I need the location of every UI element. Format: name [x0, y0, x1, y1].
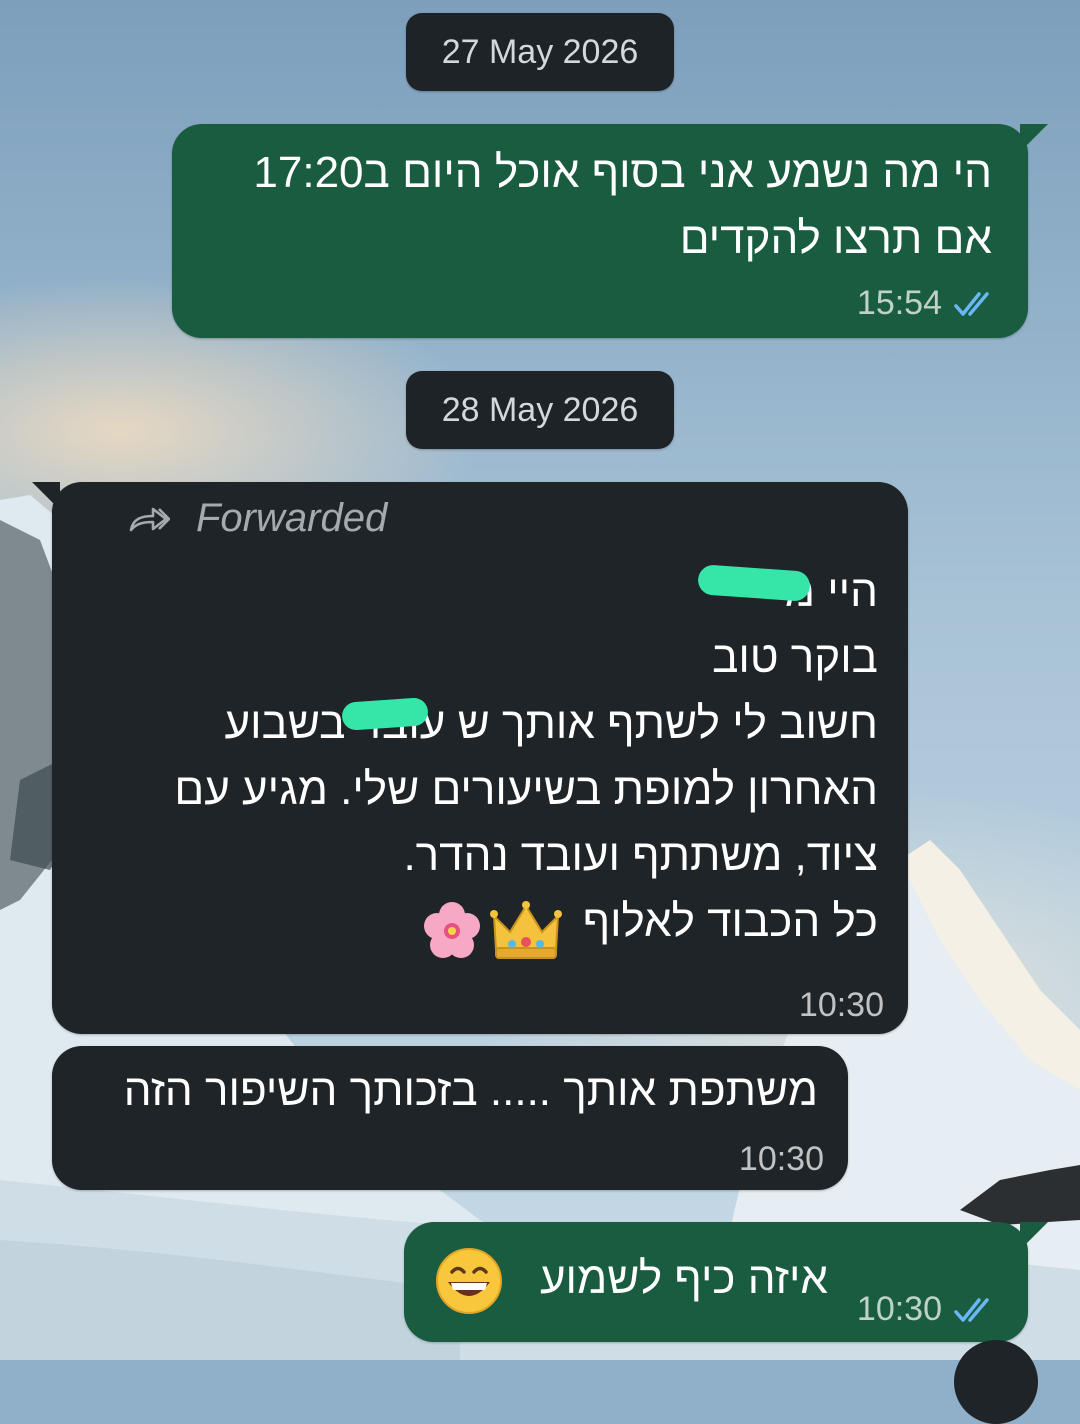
bubble-tail — [1020, 124, 1048, 152]
message-meta: 10:30 — [857, 1290, 1000, 1329]
incoming-message-bubble[interactable]: משתפת אותך ..... בזכותך השיפור הזה 10:30 — [52, 1046, 848, 1190]
message-meta: 15:54 — [857, 284, 1000, 323]
date-chip-label: 28 May 2026 — [441, 390, 639, 429]
bubble-tail — [32, 482, 60, 510]
message-time: 10:30 — [798, 986, 884, 1024]
message-time: 15:54 — [856, 284, 942, 322]
message-meta: 10:30 — [799, 986, 884, 1025]
message-text: משתפת אותך ..... בזכותך השיפור הזה — [123, 1066, 818, 1115]
message-time: 10:30 — [738, 1140, 824, 1178]
bubble-tail — [1020, 1222, 1048, 1250]
double-check-icon — [954, 291, 989, 316]
forward-arrow-icon — [129, 507, 170, 531]
double-check-icon — [954, 1297, 989, 1322]
outgoing-message-bubble[interactable]: הי מה נשמע אני בסוף אוכל היום ב17:20 אם … — [172, 124, 1048, 338]
forwarded-text: Forwarded — [196, 496, 388, 540]
date-chip-27-may: 27 May 2026 — [406, 13, 674, 91]
message-text: איזה כיף לשמוע — [539, 1254, 828, 1303]
message-text: היי מ בוקר טוב חשוב לי לשתף אותך ש עובד … — [174, 567, 878, 946]
message-meta: 10:30 — [739, 1140, 824, 1179]
cherry-blossom-icon — [424, 902, 480, 958]
grinning-face-icon — [436, 1248, 502, 1314]
outgoing-message-bubble[interactable]: איזה כיף לשמוע 10:30 — [404, 1222, 1048, 1342]
emoji-group — [418, 900, 562, 962]
incoming-forwarded-message-bubble[interactable]: Forwarded היי מ בוקר טוב חשוב לי לשתף או… — [32, 482, 908, 1034]
date-chip-label: 27 May 2026 — [441, 32, 639, 71]
crown-icon — [490, 901, 562, 959]
message-time: 10:30 — [856, 1290, 942, 1328]
forwarded-label: Forwarded — [128, 496, 387, 541]
message-text: הי מה נשמע אני בסוף אוכל היום ב17:20 אם … — [253, 148, 992, 263]
date-chip-28-may: 28 May 2026 — [406, 371, 674, 449]
scroll-to-bottom-button[interactable] — [954, 1340, 1038, 1424]
